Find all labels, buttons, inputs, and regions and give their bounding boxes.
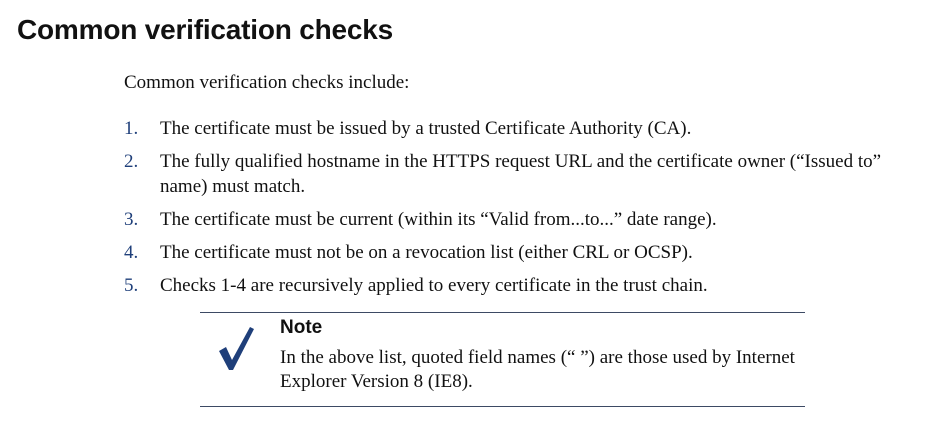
intro-text: Common verification checks include:: [124, 72, 410, 93]
checkmark-icon: [219, 327, 254, 370]
list-item: 2. The fully qualified hostname in the H…: [124, 149, 900, 199]
list-item-text: Checks 1-4 are recursively applied to ev…: [160, 275, 708, 296]
list-item-text: The certificate must not be on a revocat…: [160, 242, 693, 263]
list-item-number: 2.: [124, 151, 139, 172]
note-title: Note: [280, 317, 323, 338]
list-item-text: The certificate must be issued by a trus…: [160, 118, 692, 139]
note-body: In the above list, quoted field names (“…: [280, 347, 795, 392]
list-item-number: 3.: [124, 209, 139, 230]
section-heading: Common verification checks: [17, 14, 394, 45]
list-item-number: 1.: [124, 118, 139, 139]
list-item: 5. Checks 1-4 are recursively applied to…: [124, 273, 900, 298]
verification-checks-list: 1. The certificate must be issued by a t…: [124, 116, 900, 298]
note-box: Note In the above list, quoted field nam…: [200, 312, 805, 407]
list-item-number: 4.: [124, 242, 139, 263]
list-item-number: 5.: [124, 275, 139, 296]
list-item-text: The certificate must be current (within …: [160, 209, 717, 230]
list-item: 4. The certificate must not be on a revo…: [124, 240, 900, 265]
list-item: 1. The certificate must be issued by a t…: [124, 116, 900, 141]
list-item-text: The fully qualified hostname in the HTTP…: [160, 151, 882, 197]
list-item: 3. The certificate must be current (with…: [124, 207, 900, 232]
